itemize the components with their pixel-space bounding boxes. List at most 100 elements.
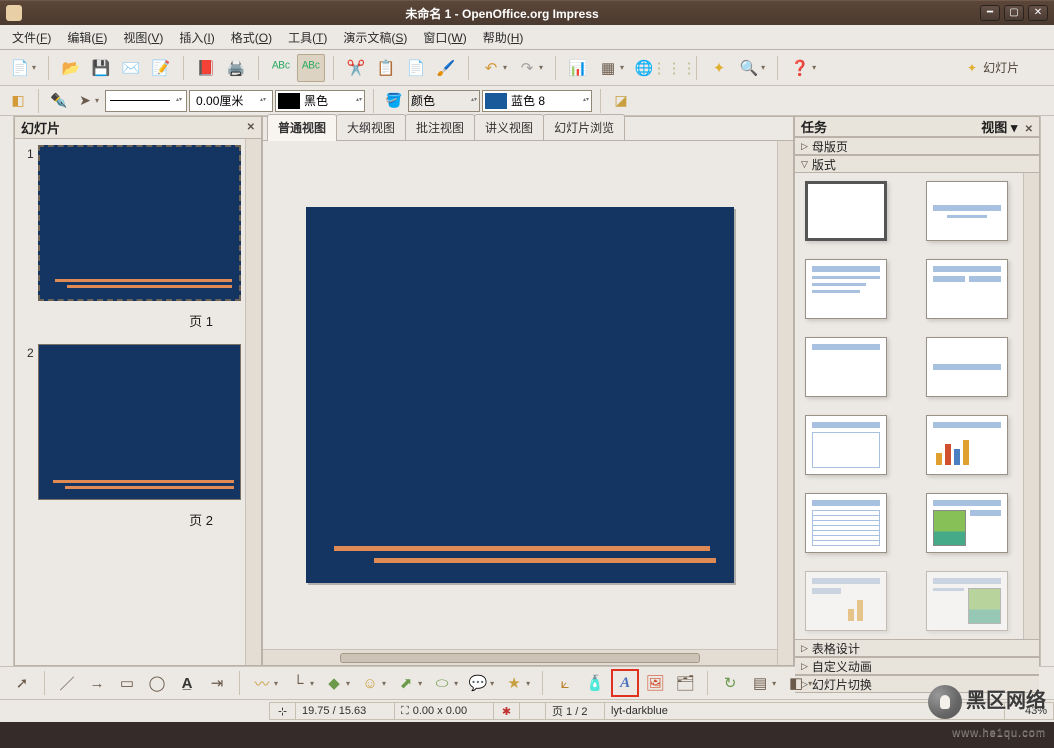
undo-button[interactable]: ↶ — [477, 54, 505, 82]
block-arrows-tool[interactable]: ⬈ — [392, 669, 420, 697]
layout-blank[interactable] — [805, 181, 887, 241]
table-button[interactable]: ▦ — [594, 54, 622, 82]
mail-button[interactable]: ✉️ — [117, 54, 145, 82]
menu-edit[interactable]: 编辑(E) — [59, 26, 115, 49]
layout-title-content[interactable] — [805, 259, 887, 319]
curve-tool[interactable]: 〰 — [248, 669, 276, 697]
layout-centered[interactable] — [926, 337, 1008, 397]
status-signature[interactable] — [519, 702, 546, 720]
fontwork-tool[interactable]: A — [611, 669, 639, 697]
arrow-end-tool[interactable]: → — [83, 669, 111, 697]
layouts-scrollbar[interactable] — [1023, 173, 1039, 639]
slide-thumb-1[interactable] — [38, 145, 241, 301]
fill-button[interactable]: 🪣 — [382, 89, 406, 113]
arrow-tool[interactable]: ➚ — [8, 669, 36, 697]
line-width-input[interactable]: 0.00厘米▴▾ — [189, 90, 273, 112]
layout-text-clip[interactable] — [926, 571, 1008, 631]
text-tool[interactable]: A̲ — [173, 669, 201, 697]
connector-tool[interactable]: └ — [284, 669, 312, 697]
layout-title[interactable] — [926, 181, 1008, 241]
chart-button[interactable]: 📊 — [564, 54, 592, 82]
layout-object[interactable] — [805, 415, 887, 475]
autospell-button[interactable]: ᴬᴮᶜ — [297, 54, 325, 82]
zoom-button[interactable]: 🔍 — [735, 54, 763, 82]
status-zoom[interactable]: 43% — [1004, 702, 1054, 720]
export-html-button[interactable]: 📝 — [147, 54, 175, 82]
slides-list[interactable]: 1 页 1 2 页 2 — [15, 139, 245, 665]
slide-entry-2[interactable]: 2 — [27, 344, 241, 500]
slide-show-button[interactable]: ✦ 幻灯片 — [960, 57, 1048, 79]
slides-panel-close[interactable]: ✕ — [247, 122, 255, 133]
layout-title-only[interactable] — [805, 337, 887, 397]
grid-button[interactable]: ⋮⋮⋮ — [660, 54, 688, 82]
shadow-button[interactable]: ◪ — [609, 89, 633, 113]
menu-window[interactable]: 窗口(W) — [415, 26, 474, 49]
spellcheck-button[interactable]: ᴬᴮᶜ — [267, 54, 295, 82]
rotate-tool[interactable]: ↻ — [716, 669, 744, 697]
slide-current[interactable] — [306, 207, 734, 583]
open-button[interactable]: 📂 — [57, 54, 85, 82]
section-table-design[interactable]: ▷表格设计 — [795, 639, 1039, 657]
new-doc-button[interactable]: 📄 — [6, 54, 34, 82]
menu-help[interactable]: 帮助(H) — [475, 26, 532, 49]
view-tab-sorter[interactable]: 幻灯片浏览 — [543, 114, 625, 140]
menu-slideshow[interactable]: 演示文稿(S) — [335, 26, 415, 49]
export-pdf-button[interactable]: 📕 — [192, 54, 220, 82]
section-transition[interactable]: ▷幻灯片切换 — [795, 675, 1039, 693]
view-tab-notes[interactable]: 批注视图 — [405, 114, 475, 140]
maximize-button[interactable]: ▢ — [1004, 5, 1024, 21]
vertical-scrollbar[interactable] — [777, 141, 793, 665]
line-color-select[interactable]: 黑色 ▴▾ — [275, 90, 365, 112]
menu-format[interactable]: 格式(O) — [223, 26, 280, 49]
section-layout[interactable]: ▽版式 — [795, 155, 1039, 173]
gallery-tool[interactable]: 🗂 — [671, 669, 699, 697]
rectangle-tool[interactable]: ▭ — [113, 669, 141, 697]
format-paint-button[interactable]: 🖌️ — [432, 54, 460, 82]
section-master[interactable]: ▷母版页 — [795, 137, 1039, 155]
view-tab-handout[interactable]: 讲义视图 — [474, 114, 544, 140]
view-tab-outline[interactable]: 大纲视图 — [336, 114, 406, 140]
layout-two-content[interactable] — [926, 259, 1008, 319]
horizontal-scrollbar[interactable] — [263, 649, 777, 665]
line-style-select[interactable]: ▴▾ — [105, 90, 187, 112]
section-custom-anim[interactable]: ▷自定义动画 — [795, 657, 1039, 675]
layout-chart-text[interactable] — [805, 571, 887, 631]
task-view-dropdown[interactable]: 视图 ▾ — [981, 120, 1017, 135]
slide-thumb-2[interactable] — [38, 344, 241, 500]
slide-entry-1[interactable]: 1 — [27, 145, 241, 301]
task-panel-close[interactable]: ✕ — [1025, 124, 1033, 135]
vtext-tool[interactable]: ⇥ — [203, 669, 231, 697]
minimize-button[interactable]: ━ — [980, 5, 1000, 21]
callout-tool[interactable]: 💬 — [464, 669, 492, 697]
stars-tool[interactable]: ★ — [500, 669, 528, 697]
layout-chart[interactable] — [926, 415, 1008, 475]
menu-view[interactable]: 视图(V) — [115, 26, 171, 49]
paste-button[interactable]: 📄 — [402, 54, 430, 82]
copy-button[interactable]: 📋 — [372, 54, 400, 82]
from-file-tool[interactable]: 🖼 — [641, 669, 669, 697]
slides-scrollbar[interactable] — [245, 139, 261, 665]
line-style-button[interactable]: ✒️ — [47, 89, 71, 113]
close-button[interactable]: ✕ — [1028, 5, 1048, 21]
ellipse-tool[interactable]: ◯ — [143, 669, 171, 697]
fill-type-select[interactable]: 颜色 ▴▾ — [408, 90, 480, 112]
layout-clip[interactable] — [926, 493, 1008, 553]
cut-button[interactable]: ✂️ — [342, 54, 370, 82]
print-button[interactable]: 🖨️ — [222, 54, 250, 82]
arrow-style-button[interactable]: ➤ — [73, 89, 97, 113]
status-master[interactable]: lyt-darkblue — [604, 702, 1005, 720]
menu-insert[interactable]: 插入(I) — [171, 26, 222, 49]
line-tool[interactable]: ／ — [53, 669, 81, 697]
fill-color-select[interactable]: 蓝色 8 ▴▾ — [482, 90, 592, 112]
points-tool[interactable]: ⟀ — [551, 669, 579, 697]
arrange-tool2[interactable]: ◧ — [782, 669, 810, 697]
flowchart-tool[interactable]: ⬭ — [428, 669, 456, 697]
save-button[interactable]: 💾 — [87, 54, 115, 82]
slide-canvas[interactable] — [263, 141, 777, 649]
arrange-button[interactable]: ◧ — [6, 89, 30, 113]
effects-button[interactable]: ✦ — [705, 54, 733, 82]
menu-tools[interactable]: 工具(T) — [280, 26, 335, 49]
layout-table[interactable] — [805, 493, 887, 553]
view-tab-normal[interactable]: 普通视图 — [267, 114, 337, 141]
status-modified[interactable]: ✱ — [493, 702, 520, 720]
